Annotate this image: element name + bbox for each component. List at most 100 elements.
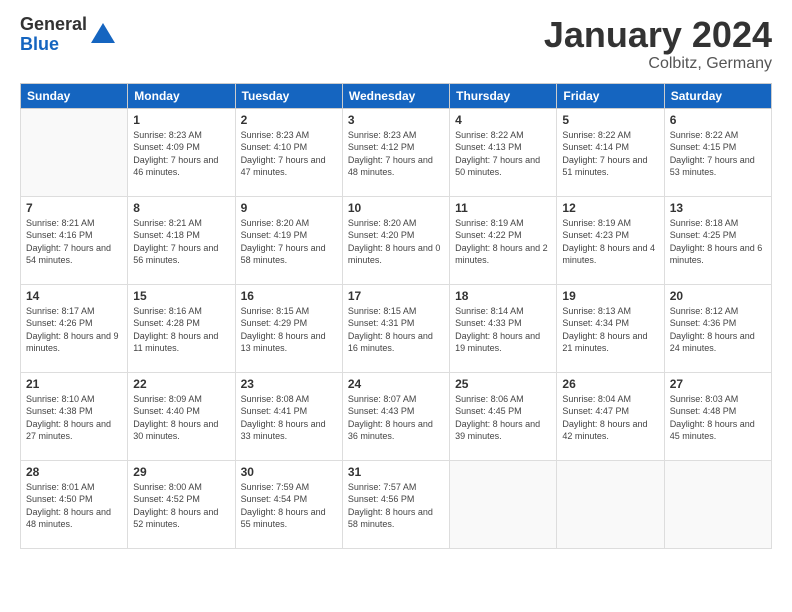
day-info: Sunrise: 8:21 AMSunset: 4:16 PMDaylight:… — [26, 217, 122, 267]
calendar-cell: 20 Sunrise: 8:12 AMSunset: 4:36 PMDayligh… — [664, 284, 771, 372]
calendar-cell: 21Sunrise: 8:10 AMSunset: 4:38 PMDayligh… — [21, 372, 128, 460]
day-number: 10 — [348, 201, 444, 215]
header-tuesday: Tuesday — [235, 83, 342, 108]
day-number: 3 — [348, 113, 444, 127]
calendar-cell: 1 Sunrise: 8:23 AMSunset: 4:09 PMDaylight… — [128, 108, 235, 196]
calendar-cell: 2 Sunrise: 8:23 AMSunset: 4:10 PMDaylight… — [235, 108, 342, 196]
day-number: 21 — [26, 377, 122, 391]
calendar-cell — [450, 460, 557, 548]
calendar-cell: 15Sunrise: 8:16 AMSunset: 4:28 PMDayligh… — [128, 284, 235, 372]
month-title: January 2024 — [544, 15, 772, 55]
day-number: 26 — [562, 377, 658, 391]
day-info: Sunrise: 8:08 AMSunset: 4:41 PMDaylight:… — [241, 393, 337, 443]
calendar-cell: 30 Sunrise: 7:59 AMSunset: 4:54 PMDayligh… — [235, 460, 342, 548]
day-info: Sunrise: 8:14 AMSunset: 4:33 PMDaylight:… — [455, 305, 551, 355]
header-monday: Monday — [128, 83, 235, 108]
day-info: Sunrise: 8:09 AMSunset: 4:40 PMDaylight:… — [133, 393, 229, 443]
calendar-cell: 17 Sunrise: 8:15 AMSunset: 4:31 PMDayligh… — [342, 284, 449, 372]
logo-general-text: General — [20, 15, 87, 35]
day-number: 12 — [562, 201, 658, 215]
calendar-cell: 27 Sunrise: 8:03 AMSunset: 4:48 PMDayligh… — [664, 372, 771, 460]
calendar-cell — [21, 108, 128, 196]
day-number: 4 — [455, 113, 551, 127]
calendar-cell: 10 Sunrise: 8:20 AMSunset: 4:20 PMDayligh… — [342, 196, 449, 284]
calendar-cell: 18Sunrise: 8:14 AMSunset: 4:33 PMDayligh… — [450, 284, 557, 372]
day-number: 28 — [26, 465, 122, 479]
day-info: Sunrise: 7:59 AMSunset: 4:54 PMDaylight:… — [241, 481, 337, 531]
calendar-cell: 29 Sunrise: 8:00 AMSunset: 4:52 PMDayligh… — [128, 460, 235, 548]
day-number: 6 — [670, 113, 766, 127]
day-info: Sunrise: 8:22 AMSunset: 4:14 PMDaylight:… — [562, 129, 658, 179]
day-info: Sunrise: 8:23 AMSunset: 4:09 PMDaylight:… — [133, 129, 229, 179]
logo-blue-text: Blue — [20, 35, 87, 55]
calendar-week-2: 14 Sunrise: 8:17 AMSunset: 4:26 PMDayligh… — [21, 284, 772, 372]
day-number: 25 — [455, 377, 551, 391]
day-number: 23 — [241, 377, 337, 391]
day-number: 20 — [670, 289, 766, 303]
day-info: Sunrise: 7:57 AMSunset: 4:56 PMDaylight:… — [348, 481, 444, 531]
day-info: Sunrise: 8:12 AMSunset: 4:36 PMDaylight:… — [670, 305, 766, 355]
day-info: Sunrise: 8:07 AMSunset: 4:43 PMDaylight:… — [348, 393, 444, 443]
calendar-cell: 23 Sunrise: 8:08 AMSunset: 4:41 PMDayligh… — [235, 372, 342, 460]
page: General Blue January 2024 Colbitz, Germa… — [0, 0, 792, 612]
calendar-cell: 31Sunrise: 7:57 AMSunset: 4:56 PMDayligh… — [342, 460, 449, 548]
title-section: January 2024 Colbitz, Germany — [544, 15, 772, 73]
day-info: Sunrise: 8:18 AMSunset: 4:25 PMDaylight:… — [670, 217, 766, 267]
day-number: 9 — [241, 201, 337, 215]
day-number: 13 — [670, 201, 766, 215]
day-number: 30 — [241, 465, 337, 479]
day-number: 2 — [241, 113, 337, 127]
day-number: 15 — [133, 289, 229, 303]
calendar-cell: 6 Sunrise: 8:22 AMSunset: 4:15 PMDaylight… — [664, 108, 771, 196]
day-number: 7 — [26, 201, 122, 215]
day-info: Sunrise: 8:22 AMSunset: 4:15 PMDaylight:… — [670, 129, 766, 179]
calendar-cell: 4 Sunrise: 8:22 AMSunset: 4:13 PMDaylight… — [450, 108, 557, 196]
calendar-cell: 5 Sunrise: 8:22 AMSunset: 4:14 PMDaylight… — [557, 108, 664, 196]
day-number: 5 — [562, 113, 658, 127]
header-wednesday: Wednesday — [342, 83, 449, 108]
calendar-cell: 13 Sunrise: 8:18 AMSunset: 4:25 PMDayligh… — [664, 196, 771, 284]
day-info: Sunrise: 8:20 AMSunset: 4:20 PMDaylight:… — [348, 217, 444, 267]
day-info: Sunrise: 8:00 AMSunset: 4:52 PMDaylight:… — [133, 481, 229, 531]
day-number: 27 — [670, 377, 766, 391]
header-row: Sunday Monday Tuesday Wednesday Thursday… — [21, 83, 772, 108]
day-info: Sunrise: 8:17 AMSunset: 4:26 PMDaylight:… — [26, 305, 122, 355]
calendar-body: 1 Sunrise: 8:23 AMSunset: 4:09 PMDaylight… — [21, 108, 772, 548]
day-info: Sunrise: 8:20 AMSunset: 4:19 PMDaylight:… — [241, 217, 337, 267]
day-info: Sunrise: 8:15 AMSunset: 4:29 PMDaylight:… — [241, 305, 337, 355]
day-info: Sunrise: 8:21 AMSunset: 4:18 PMDaylight:… — [133, 217, 229, 267]
calendar-cell: 9 Sunrise: 8:20 AMSunset: 4:19 PMDaylight… — [235, 196, 342, 284]
header: General Blue January 2024 Colbitz, Germa… — [20, 15, 772, 73]
day-number: 17 — [348, 289, 444, 303]
day-info: Sunrise: 8:06 AMSunset: 4:45 PMDaylight:… — [455, 393, 551, 443]
calendar-cell: 3Sunrise: 8:23 AMSunset: 4:12 PMDaylight… — [342, 108, 449, 196]
calendar-week-3: 21Sunrise: 8:10 AMSunset: 4:38 PMDayligh… — [21, 372, 772, 460]
day-number: 14 — [26, 289, 122, 303]
day-info: Sunrise: 8:13 AMSunset: 4:34 PMDaylight:… — [562, 305, 658, 355]
day-info: Sunrise: 8:01 AMSunset: 4:50 PMDaylight:… — [26, 481, 122, 531]
calendar-cell: 26 Sunrise: 8:04 AMSunset: 4:47 PMDayligh… — [557, 372, 664, 460]
header-friday: Friday — [557, 83, 664, 108]
day-info: Sunrise: 8:19 AMSunset: 4:23 PMDaylight:… — [562, 217, 658, 267]
calendar-cell: 11Sunrise: 8:19 AMSunset: 4:22 PMDayligh… — [450, 196, 557, 284]
calendar-cell: 16Sunrise: 8:15 AMSunset: 4:29 PMDayligh… — [235, 284, 342, 372]
day-number: 1 — [133, 113, 229, 127]
day-info: Sunrise: 8:23 AMSunset: 4:10 PMDaylight:… — [241, 129, 337, 179]
calendar-week-4: 28 Sunrise: 8:01 AMSunset: 4:50 PMDayligh… — [21, 460, 772, 548]
calendar-cell: 22 Sunrise: 8:09 AMSunset: 4:40 PMDayligh… — [128, 372, 235, 460]
day-info: Sunrise: 8:03 AMSunset: 4:48 PMDaylight:… — [670, 393, 766, 443]
header-saturday: Saturday — [664, 83, 771, 108]
day-number: 22 — [133, 377, 229, 391]
day-number: 29 — [133, 465, 229, 479]
day-info: Sunrise: 8:19 AMSunset: 4:22 PMDaylight:… — [455, 217, 551, 267]
day-number: 19 — [562, 289, 658, 303]
day-info: Sunrise: 8:22 AMSunset: 4:13 PMDaylight:… — [455, 129, 551, 179]
calendar-cell: 8Sunrise: 8:21 AMSunset: 4:18 PMDaylight… — [128, 196, 235, 284]
calendar-cell: 12 Sunrise: 8:19 AMSunset: 4:23 PMDayligh… — [557, 196, 664, 284]
calendar-week-0: 1 Sunrise: 8:23 AMSunset: 4:09 PMDaylight… — [21, 108, 772, 196]
day-info: Sunrise: 8:04 AMSunset: 4:47 PMDaylight:… — [562, 393, 658, 443]
calendar-cell — [664, 460, 771, 548]
calendar-cell: 25 Sunrise: 8:06 AMSunset: 4:45 PMDayligh… — [450, 372, 557, 460]
calendar-cell: 7 Sunrise: 8:21 AMSunset: 4:16 PMDaylight… — [21, 196, 128, 284]
day-info: Sunrise: 8:15 AMSunset: 4:31 PMDaylight:… — [348, 305, 444, 355]
